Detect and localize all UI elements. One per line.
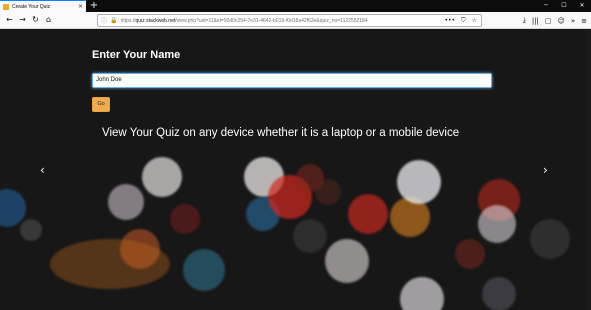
- extension-icon[interactable]: ☺: [558, 17, 565, 25]
- favicon-icon: [3, 3, 9, 10]
- bokeh-light: [142, 157, 182, 197]
- bokeh-light: [0, 189, 26, 227]
- go-button[interactable]: Go: [92, 97, 110, 112]
- bokeh-light: [170, 204, 200, 234]
- bokeh-background: [0, 29, 591, 310]
- downloads-icon[interactable]: ⤓: [523, 16, 526, 25]
- bokeh-light: [397, 160, 441, 204]
- bokeh-light: [20, 219, 42, 241]
- scrollbar[interactable]: [586, 29, 591, 310]
- bokeh-light: [50, 239, 170, 289]
- navigation-bar: ← → ↻ ⌂ ⓘ 🔒 https://quiz.stackweb.net/vi…: [0, 12, 591, 29]
- home-button[interactable]: ⌂: [43, 14, 54, 26]
- reload-button[interactable]: ↻: [30, 14, 41, 26]
- tab-bar: Create Your Quiz × + ─ ☐ ✕: [0, 0, 591, 12]
- library-icon[interactable]: |||: [532, 17, 539, 25]
- close-window-button[interactable]: ✕: [573, 0, 591, 12]
- lock-icon[interactable]: 🔒: [110, 17, 117, 24]
- bokeh-light: [400, 277, 444, 310]
- url-text[interactable]: https://quiz.stackweb.net/view.php?uid=1…: [121, 18, 445, 24]
- pocket-icon[interactable]: ⛉: [461, 17, 466, 25]
- carousel-next-icon[interactable]: ›: [543, 164, 548, 176]
- tagline-text: View Your Quiz on any device whether it …: [102, 127, 460, 139]
- bokeh-light: [183, 249, 225, 291]
- name-input[interactable]: John Doe: [92, 73, 492, 88]
- minimize-button[interactable]: ─: [537, 0, 555, 12]
- overflow-chevron-icon[interactable]: »: [571, 17, 575, 25]
- back-button[interactable]: ←: [4, 14, 15, 26]
- sidebar-icon[interactable]: ▢: [545, 17, 552, 25]
- url-host: quiz.stackweb.net: [135, 17, 176, 24]
- page-actions-icon[interactable]: •••: [444, 17, 455, 25]
- url-scheme: https://: [120, 17, 136, 24]
- page-heading: Enter Your Name: [92, 49, 181, 61]
- bokeh-light: [108, 184, 144, 220]
- page-content: Enter Your Name John Doe Go View Your Qu…: [0, 29, 591, 310]
- bokeh-light: [478, 205, 516, 243]
- bokeh-light: [293, 219, 327, 253]
- bokeh-light: [482, 277, 516, 310]
- url-actions: ••• ⛉ ☆: [444, 17, 477, 25]
- window-controls: ─ ☐ ✕: [537, 0, 591, 12]
- bookmark-star-icon[interactable]: ☆: [472, 17, 477, 25]
- carousel-prev-icon[interactable]: ‹: [40, 164, 45, 176]
- toolbar-right: ⤓ ||| ▢ ☺ » ≡: [523, 14, 587, 27]
- bokeh-light: [455, 239, 485, 269]
- tab-close-icon[interactable]: ×: [78, 3, 83, 10]
- bokeh-light: [530, 219, 570, 259]
- bokeh-light: [315, 179, 341, 205]
- info-icon[interactable]: ⓘ: [101, 16, 107, 25]
- maximize-button[interactable]: ☐: [555, 0, 573, 12]
- url-path: /view.php?uid=11&id=92d0c254-7e31-4642-b…: [175, 17, 368, 24]
- new-tab-button[interactable]: +: [89, 0, 99, 12]
- address-bar[interactable]: ⓘ 🔒 https://quiz.stackweb.net/view.php?u…: [97, 14, 482, 27]
- tab-title: Create Your Quiz: [12, 3, 51, 10]
- browser-tab[interactable]: Create Your Quiz ×: [0, 0, 86, 12]
- menu-icon[interactable]: ≡: [581, 17, 587, 25]
- bokeh-light: [348, 194, 388, 234]
- bokeh-light: [325, 239, 369, 283]
- forward-button[interactable]: →: [17, 14, 28, 26]
